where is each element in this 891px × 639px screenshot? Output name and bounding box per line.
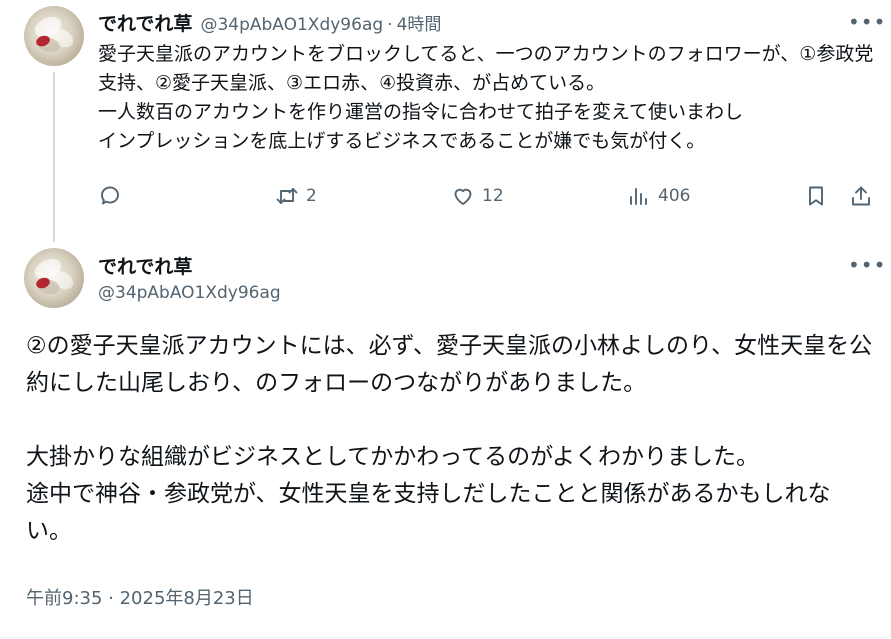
- more-options-icon[interactable]: •••: [848, 12, 886, 32]
- bookmark-icon: [809, 186, 823, 206]
- more-options-icon[interactable]: •••: [848, 255, 886, 275]
- reply-button[interactable]: [98, 184, 129, 208]
- post-paragraph: 途中で神谷・参政党が、女性天皇を支持しだしたことと関係があるかもしれない。: [26, 481, 831, 544]
- share-button[interactable]: [849, 184, 873, 208]
- views-count: 406: [658, 186, 691, 206]
- author-name[interactable]: でれでれ草: [98, 9, 192, 36]
- reply-header: でれでれ草 @34pAbAO1Xdy96ag · 4時間: [98, 9, 441, 36]
- separator-dot: ·: [387, 15, 393, 35]
- analytics-icon: [630, 188, 647, 205]
- thread-connector-line: [53, 72, 55, 242]
- repost-button[interactable]: 2: [275, 184, 317, 208]
- share-icon: [852, 186, 870, 206]
- post-time[interactable]: 4時間: [397, 10, 442, 35]
- like-button[interactable]: 12: [451, 184, 504, 208]
- reply-icon: [101, 186, 119, 205]
- heart-icon: [454, 188, 472, 205]
- divider: [0, 637, 891, 638]
- avatar[interactable]: [24, 6, 84, 66]
- author-handle[interactable]: @34pAbAO1Xdy96ag: [98, 283, 281, 303]
- like-count: 12: [482, 186, 504, 206]
- bookmark-button[interactable]: [804, 184, 828, 208]
- post-timestamp[interactable]: 午前9:35 · 2025年8月23日: [26, 584, 254, 610]
- repost-icon: [276, 188, 298, 204]
- main-author-handle-row: @34pAbAO1Xdy96ag: [98, 283, 281, 303]
- main-post-text: ②の愛子天皇派アカウントには、必ず、愛子天皇派の小林よしのり、女性天皇を公約にし…: [26, 328, 876, 550]
- author-name[interactable]: でれでれ草: [98, 252, 192, 279]
- main-author-name-row: でれでれ草: [98, 252, 192, 279]
- author-handle[interactable]: @34pAbAO1Xdy96ag: [200, 15, 383, 35]
- repost-count: 2: [306, 186, 317, 206]
- post-paragraph: ②の愛子天皇派アカウントには、必ず、愛子天皇派の小林よしのり、女性天皇を公約にし…: [26, 333, 873, 396]
- post-paragraph: 大掛かりな組織がビジネスとしてかかわってるのがよくわかりました。: [26, 444, 760, 470]
- avatar[interactable]: [24, 248, 84, 308]
- post-paragraph: [26, 402, 876, 439]
- views-button[interactable]: 406: [627, 184, 690, 208]
- reply-text: 愛子天皇派のアカウントをブロックしてると、一つのアカウントのフォロワーが、①参政…: [98, 43, 874, 152]
